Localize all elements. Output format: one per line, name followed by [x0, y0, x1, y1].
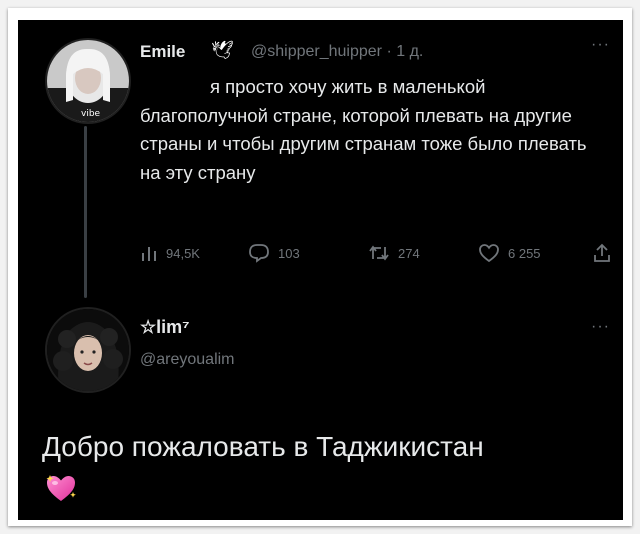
author-avatar[interactable]: vibe — [45, 38, 131, 124]
dove-icon: 🕊 — [211, 40, 234, 60]
reply-author-name[interactable]: ☆lim⁷ — [140, 317, 190, 338]
tweet-screen: vibe Emile 🕊 @shipper_huipper · 1 д. ···… — [18, 20, 623, 520]
like-count: 6 255 — [508, 245, 541, 261]
share-icon — [594, 243, 610, 262]
retweet-icon — [369, 245, 389, 261]
reply-count: 103 — [278, 245, 300, 261]
more-icon[interactable]: ··· — [591, 36, 610, 54]
reply-author-avatar[interactable] — [45, 307, 131, 393]
sparkling-heart-icon — [44, 472, 78, 509]
author-handle-and-time[interactable]: @shipper_huipper · 1 д. — [251, 43, 423, 61]
reply-author-handle[interactable]: @areyoualim — [140, 351, 235, 369]
more-icon[interactable]: ··· — [591, 318, 610, 336]
reply-icon — [249, 244, 269, 263]
tweet-text: я просто хочу жить в маленькой благополу… — [140, 76, 587, 183]
photo-frame: vibe Emile 🕊 @shipper_huipper · 1 д. ···… — [8, 8, 632, 526]
retweet-count: 274 — [398, 245, 420, 261]
retweet-button[interactable]: 274 — [368, 241, 420, 265]
tweet-actions: 94,5K 103 274 6 255 — [140, 241, 615, 265]
share-button[interactable] — [592, 241, 612, 265]
reply-button[interactable]: 103 — [248, 241, 300, 265]
reply-text: Добро пожаловать в Таджикистан — [42, 431, 484, 462]
separator: · — [386, 43, 392, 60]
author-name[interactable]: Emile — [140, 42, 185, 62]
svg-text:vibe: vibe — [81, 109, 101, 119]
tweet-time[interactable]: 1 д. — [396, 43, 423, 60]
thread-line — [84, 126, 87, 298]
like-button[interactable]: 6 255 — [478, 241, 541, 265]
like-icon — [479, 244, 499, 263]
views-icon — [142, 247, 156, 261]
author-handle[interactable]: @shipper_huipper — [251, 43, 382, 60]
views-button[interactable]: 94,5K — [140, 241, 200, 265]
views-count: 94,5K — [166, 245, 200, 261]
